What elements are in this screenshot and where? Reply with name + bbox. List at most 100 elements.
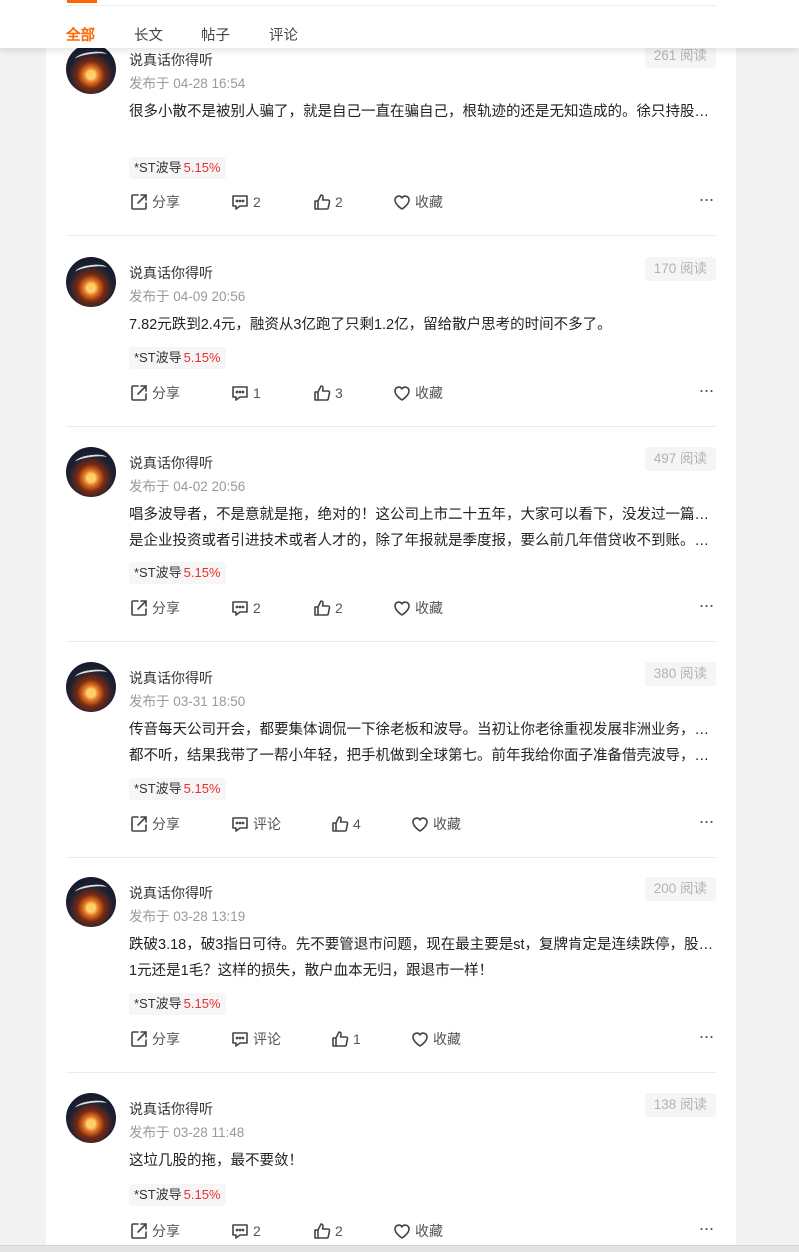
stock-tag[interactable]: *ST波导 5.15% <box>129 778 226 800</box>
author-name[interactable]: 说真话你得听 <box>129 883 213 903</box>
tab-long-article[interactable]: 长文 <box>134 24 163 45</box>
post-content-line: 很多小散不是被别人骗了，就是自己一直在骗自己，根轨迹的还是无知造成的。徐只持股１… <box>129 104 716 120</box>
share-button-label: 分享 <box>152 385 180 401</box>
stock-name: *ST波导 <box>134 350 182 365</box>
post-item: ♥ 说真话你得听发布于 04-02 20:56 497 阅读唱多波导者，不是意就是拖… <box>66 447 716 642</box>
avatar[interactable]: ♥ <box>66 44 116 94</box>
author-name[interactable]: 说真话你得听 <box>129 668 213 688</box>
post-item: ♥ 说真话你得听 发布于 04-28 16:54 261 阅读 很多小散不是被别人骗了，… <box>66 44 716 236</box>
post-content[interactable]: 这垃几股的拖，最不要敛！ <box>129 1148 716 1174</box>
read-count-badge: 380 阅读 <box>644 662 716 686</box>
stock-name: *ST波导 <box>134 996 182 1011</box>
author-name[interactable]: 说真话你得听 <box>129 50 213 70</box>
more-options-icon[interactable]: ··· <box>696 1027 716 1051</box>
stock-change: 5.15% <box>183 160 221 175</box>
heart-icon: ♥ <box>87 1115 96 1132</box>
share-button-label: 分享 <box>152 816 180 832</box>
stock-tag[interactable]: *ST波导 5.15% <box>129 993 226 1015</box>
comment-button-label: 评论 <box>253 1031 281 1047</box>
post-content-line: 是企业投资或者引进技术或者人才的，除了年报就是季度报，要么前几年借贷收不到账。这… <box>129 533 716 549</box>
post-time: 发布于 04-02 20:56 <box>129 479 246 494</box>
more-options-icon[interactable]: ··· <box>696 381 716 405</box>
avatar-handwriting-decoration <box>74 1098 108 1114</box>
share-button-label: 分享 <box>152 1223 180 1239</box>
feed-card: ♥ 说真话你得听 发布于 04-28 16:54 261 阅读 很多小散不是被别人骗了，… <box>46 0 736 1252</box>
stock-tag[interactable]: *ST波导 5.15% <box>129 347 226 369</box>
more-options-icon[interactable]: ··· <box>696 812 716 836</box>
avatar-handwriting-decoration <box>74 667 108 683</box>
post-time: 发布于 03-28 13:19 <box>129 909 246 924</box>
post-content-line: 跌破3.18，破3指日可待。先不要管退市问题，现在最主要是st，复牌肯定是连续跌… <box>129 937 716 953</box>
post-content[interactable]: 唱多波导者，不是意就是拖，绝对的！这公司上市二十五年，大家可以看下，没发过一篇公… <box>129 502 716 554</box>
comment-button-label: 2 <box>253 1223 261 1239</box>
author-name[interactable]: 说真话你得听 <box>129 1099 213 1119</box>
like-button-label: 3 <box>335 385 343 401</box>
stock-change: 5.15% <box>183 565 221 580</box>
tab-bar: 全部 长文 帖子 评论 <box>0 0 799 48</box>
post-content[interactable]: 很多小散不是被别人骗了，就是自己一直在骗自己，根轨迹的还是无知造成的。徐只持股１… <box>129 99 716 125</box>
post-content[interactable]: 7.82元跌到2.4元，融资从3亿跑了只剩1.2亿，留给散户思考的时间不多了。 <box>129 312 716 338</box>
author-name[interactable]: 说真话你得听 <box>129 263 213 283</box>
post-content[interactable]: 传音每天公司开会，都要集体调侃一下徐老板和波导。当初让你老徐重视发展非洲业务，你… <box>129 717 716 769</box>
more-options-icon[interactable]: ··· <box>696 190 716 214</box>
post-content-line: 传音每天公司开会，都要集体调侃一下徐老板和波导。当初让你老徐重视发展非洲业务，你… <box>129 722 716 738</box>
avatar[interactable]: ♥ <box>66 877 116 927</box>
post-time: 发布于 03-31 18:50 <box>129 694 246 709</box>
post-item: ♥ 说真话你得听发布于 03-28 13:19 200 阅读跌破3.18，破3指日可… <box>66 877 716 1073</box>
comment-button-label: 评论 <box>253 816 281 832</box>
stock-name: *ST波导 <box>134 565 182 580</box>
post-time: 发布于 04-28 16:54 <box>129 76 246 91</box>
avatar-handwriting-decoration <box>74 262 108 278</box>
read-count-badge: 138 阅读 <box>644 1093 716 1117</box>
avatar[interactable]: ♥ <box>66 1093 116 1143</box>
stock-tag[interactable]: *ST波导 5.15% <box>129 157 226 179</box>
avatar-handwriting-decoration <box>74 452 108 468</box>
tab-all[interactable]: 全部 <box>66 24 95 45</box>
comment-button-label: 1 <box>253 385 261 401</box>
stock-name: *ST波导 <box>134 1187 182 1202</box>
favorite-button-label: 收藏 <box>415 1223 443 1239</box>
stock-change: 5.15% <box>183 781 221 796</box>
post-content[interactable]: 跌破3.18，破3指日可待。先不要管退市问题，现在最主要是st，复牌肯定是连续跌… <box>129 932 716 984</box>
active-tab-indicator <box>67 0 97 3</box>
post-item: ♥ 说真话你得听发布于 03-28 11:48 138 阅读这垃几股的拖，最不要敛！… <box>66 1093 716 1252</box>
more-options-icon[interactable]: ··· <box>696 1219 716 1243</box>
share-button-label: 分享 <box>152 600 180 616</box>
avatar-handwriting-decoration <box>74 882 108 898</box>
post-content-line: 唱多波导者，不是意就是拖，绝对的！这公司上市二十五年，大家可以看下，没发过一篇公… <box>129 507 716 523</box>
favorite-button-label: 收藏 <box>433 816 461 832</box>
stock-tag[interactable]: *ST波导 5.15% <box>129 1184 226 1206</box>
tab-comments[interactable]: 评论 <box>269 24 298 45</box>
like-button-label: 2 <box>335 194 343 210</box>
post-content-line: 这垃几股的拖，最不要敛！ <box>129 1153 303 1169</box>
post-time: 发布于 03-28 11:48 <box>129 1125 245 1140</box>
read-count-badge: 497 阅读 <box>644 447 716 471</box>
more-options-icon[interactable]: ··· <box>696 596 716 620</box>
stock-change: 5.15% <box>183 1187 221 1202</box>
author-name[interactable]: 说真话你得听 <box>129 453 213 473</box>
stock-tag[interactable]: *ST波导 5.15% <box>129 562 226 584</box>
stock-name: *ST波导 <box>134 781 182 796</box>
favorite-button-label: 收藏 <box>415 194 443 210</box>
heart-icon: ♥ <box>87 899 96 916</box>
post-item: ♥ 说真话你得听发布于 03-31 18:50 380 阅读传音每天公司开会，都要集… <box>66 662 716 858</box>
share-button-label: 分享 <box>152 194 180 210</box>
avatar[interactable]: ♥ <box>66 257 116 307</box>
avatar[interactable]: ♥ <box>66 662 116 712</box>
stock-name: *ST波导 <box>134 160 182 175</box>
heart-icon: ♥ <box>87 684 96 701</box>
stock-change: 5.15% <box>183 996 221 1011</box>
like-button-label: 1 <box>353 1031 361 1047</box>
like-button-label: 2 <box>335 600 343 616</box>
heart-icon: ♥ <box>87 66 96 83</box>
post-item: ♥ 说真话你得听 发布于 04-09 20:56 170 阅读 7.82元跌到2.4元，… <box>66 257 716 427</box>
avatar[interactable]: ♥ <box>66 447 116 497</box>
stock-change: 5.15% <box>183 350 221 365</box>
favorite-button-label: 收藏 <box>433 1031 461 1047</box>
post-content-line: 7.82元跌到2.4元，融资从3亿跑了只剩1.2亿，留给散户思考的时间不多了。 <box>129 317 612 333</box>
tab-posts[interactable]: 帖子 <box>201 24 230 45</box>
post-time: 发布于 04-09 20:56 <box>129 289 246 304</box>
read-count-badge: 200 阅读 <box>644 877 716 901</box>
comment-button-label: 2 <box>253 194 261 210</box>
post-content-line: 1元还是1毛？这样的损失，散户血本无归，跟退市一样！ <box>129 963 494 979</box>
